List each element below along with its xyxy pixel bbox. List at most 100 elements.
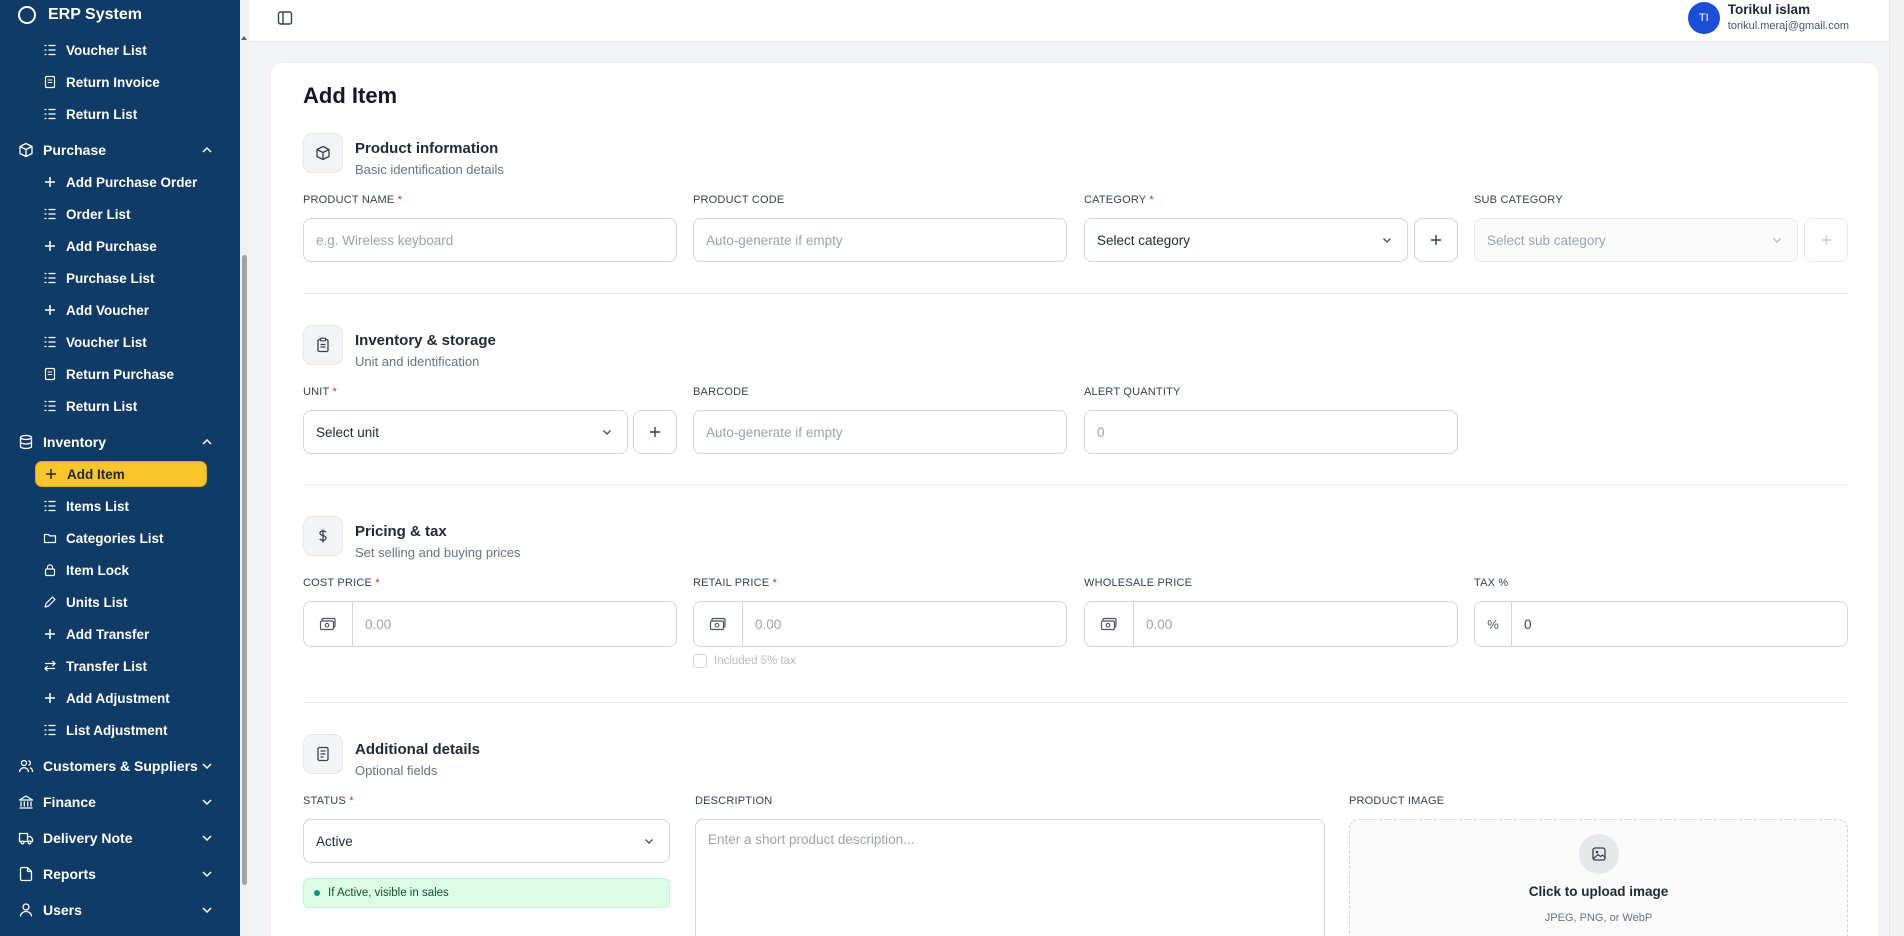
sidebar-group-inventory[interactable]: Inventory bbox=[0, 427, 232, 457]
unit-select-value: Select unit bbox=[316, 424, 380, 440]
sidebar-item-label: Items List bbox=[66, 498, 130, 514]
cost-price-value: 0.00 bbox=[365, 616, 392, 632]
sidebar-item-label: Voucher List bbox=[66, 42, 147, 58]
chevron-up-icon bbox=[200, 143, 214, 157]
cost-price-input[interactable]: 0.00 bbox=[303, 601, 677, 647]
add-unit-button[interactable] bbox=[633, 410, 677, 454]
add-category-button[interactable] bbox=[1414, 218, 1458, 262]
sidebar-scrollbar[interactable] bbox=[240, 0, 249, 936]
sidebar-item-return-purchase[interactable]: Return Purchase bbox=[35, 361, 207, 387]
image-upload-dropzone[interactable]: Click to upload image JPEG, PNG, or WebP bbox=[1349, 819, 1848, 936]
section-title-pricing: Pricing & tax bbox=[355, 523, 447, 540]
wholesale-price-value: 0.00 bbox=[1146, 616, 1173, 632]
sidebar-group-label: Inventory bbox=[43, 434, 107, 450]
sidebar-item-purchase-list[interactable]: Purchase List bbox=[35, 265, 207, 291]
status-hint: If Active, visible in sales bbox=[303, 878, 670, 908]
image-icon bbox=[1578, 834, 1619, 874]
plus-icon bbox=[650, 427, 660, 437]
lock-icon bbox=[43, 563, 57, 577]
sidebar-group-customers-suppliers[interactable]: Customers & Suppliers bbox=[0, 751, 232, 781]
page-scrollbar[interactable] bbox=[1889, 0, 1904, 936]
sidebar-item-add-purchase-order[interactable]: Add Purchase Order bbox=[35, 169, 207, 195]
box-icon bbox=[303, 133, 343, 173]
sidebar-item-add-item[interactable]: Add Item bbox=[35, 461, 207, 487]
label-cost-price: COST PRICE * bbox=[303, 577, 380, 589]
sidebar-item-categories-list[interactable]: Categories List bbox=[35, 525, 207, 551]
retail-price-input[interactable]: 0.00 bbox=[693, 601, 1067, 647]
sidebar-group-users[interactable]: Users bbox=[0, 895, 232, 925]
product-code-input[interactable]: Auto-generate if empty bbox=[693, 218, 1067, 262]
sidebar-item-order-list[interactable]: Order List bbox=[35, 201, 207, 227]
sidebar-item-units-list[interactable]: Units List bbox=[35, 589, 207, 615]
checkbox-box[interactable] bbox=[693, 654, 707, 668]
description-textarea[interactable]: Enter a short product description... bbox=[695, 819, 1325, 936]
sidebar-item-item-lock[interactable]: Item Lock bbox=[35, 557, 207, 583]
sub-category-select[interactable]: Select sub category bbox=[1474, 218, 1798, 262]
section-title-inventory: Inventory & storage bbox=[355, 332, 496, 349]
sub-category-select-value: Select sub category bbox=[1487, 232, 1606, 248]
upload-title: Click to upload image bbox=[1528, 884, 1669, 899]
cart-icon bbox=[18, 142, 34, 158]
sidebar-item-items-list[interactable]: Items List bbox=[35, 493, 207, 519]
category-select[interactable]: Select category bbox=[1084, 218, 1408, 262]
sidebar-item-label: Categories List bbox=[66, 530, 164, 546]
users-icon bbox=[18, 758, 34, 774]
sidebar-item-add-purchase[interactable]: Add Purchase bbox=[35, 233, 207, 259]
sidebar-item-label: Add Voucher bbox=[66, 302, 150, 318]
sidebar-item-return-list[interactable]: Return List bbox=[35, 101, 207, 127]
status-select[interactable]: Active bbox=[303, 819, 670, 863]
sidebar-item-label: Return Invoice bbox=[66, 74, 160, 90]
label-description: DESCRIPTION bbox=[695, 795, 773, 807]
chevron-down-icon bbox=[200, 795, 214, 809]
tax-value: 0 bbox=[1524, 616, 1532, 632]
sidebar-group-delivery-note[interactable]: Delivery Note bbox=[0, 823, 232, 853]
cash-icon bbox=[1085, 602, 1134, 646]
dollar-icon bbox=[303, 516, 343, 556]
sidebar-item-add-adjustment[interactable]: Add Adjustment bbox=[35, 685, 207, 711]
sidebar-scroll-thumb[interactable] bbox=[242, 255, 247, 885]
sidebar-group-finance[interactable]: Finance bbox=[0, 787, 232, 817]
sidebar-group-purchase[interactable]: Purchase bbox=[0, 135, 232, 165]
unit-select[interactable]: Select unit bbox=[303, 410, 628, 454]
list-icon bbox=[43, 723, 57, 737]
user-menu[interactable]: TI Torikul islam torikul.meraj@gmail.com bbox=[1687, 2, 1849, 34]
folder-icon bbox=[43, 531, 57, 545]
label-sub-category: SUB CATEGORY bbox=[1474, 194, 1563, 206]
plus-icon bbox=[43, 303, 57, 317]
sidebar-item-transfer-list[interactable]: Transfer List bbox=[35, 653, 207, 679]
product-name-input[interactable]: e.g. Wireless keyboard bbox=[303, 218, 677, 262]
user-icon bbox=[18, 902, 34, 918]
included-tax-checkbox[interactable]: Included 5% tax bbox=[693, 654, 796, 668]
section-subtitle-inventory: Unit and identification bbox=[355, 354, 480, 369]
sidebar-item-add-voucher[interactable]: Add Voucher bbox=[35, 297, 207, 323]
sidebar-item-add-transfer[interactable]: Add Transfer bbox=[35, 621, 207, 647]
brand[interactable]: ERP System bbox=[18, 4, 142, 26]
tax-input[interactable]: % 0 bbox=[1474, 601, 1848, 647]
sidebar-item-label: Item Lock bbox=[66, 562, 130, 578]
plus-icon bbox=[43, 627, 57, 641]
scroll-up-icon[interactable] bbox=[241, 36, 247, 40]
sidebar-item-return-invoice[interactable]: Return Invoice bbox=[35, 69, 207, 95]
sidebar: ERP System Voucher List Return Invoice Ret… bbox=[0, 0, 240, 936]
label-product-code: PRODUCT CODE bbox=[693, 194, 785, 206]
bank-icon bbox=[18, 794, 34, 810]
wholesale-price-input[interactable]: 0.00 bbox=[1084, 601, 1458, 647]
barcode-input[interactable]: Auto-generate if empty bbox=[693, 410, 1067, 454]
included-tax-label: Included 5% tax bbox=[714, 655, 796, 667]
add-sub-category-button[interactable] bbox=[1804, 218, 1848, 262]
sidebar-item-label: Return Purchase bbox=[66, 366, 175, 382]
sidebar-item-return-list[interactable]: Return List bbox=[35, 393, 207, 419]
label-retail-price: RETAIL PRICE * bbox=[693, 577, 778, 589]
alert-quantity-input[interactable]: 0 bbox=[1084, 410, 1458, 454]
user-name: Torikul islam bbox=[1727, 2, 1811, 17]
sidebar-group-reports[interactable]: Reports bbox=[0, 859, 232, 889]
section-subtitle-pricing: Set selling and buying prices bbox=[355, 545, 521, 560]
sidebar-toggle-icon[interactable] bbox=[277, 10, 293, 26]
sidebar-item-voucher-list[interactable]: Voucher List bbox=[35, 37, 207, 63]
avatar[interactable]: TI bbox=[1687, 2, 1720, 34]
sidebar-item-voucher-list[interactable]: Voucher List bbox=[35, 329, 207, 355]
document-icon bbox=[43, 75, 57, 89]
sidebar-item-list-adjustment[interactable]: List Adjustment bbox=[35, 717, 207, 743]
app-title: ERP System bbox=[48, 6, 142, 23]
sidebar-group-label: Finance bbox=[43, 794, 96, 810]
